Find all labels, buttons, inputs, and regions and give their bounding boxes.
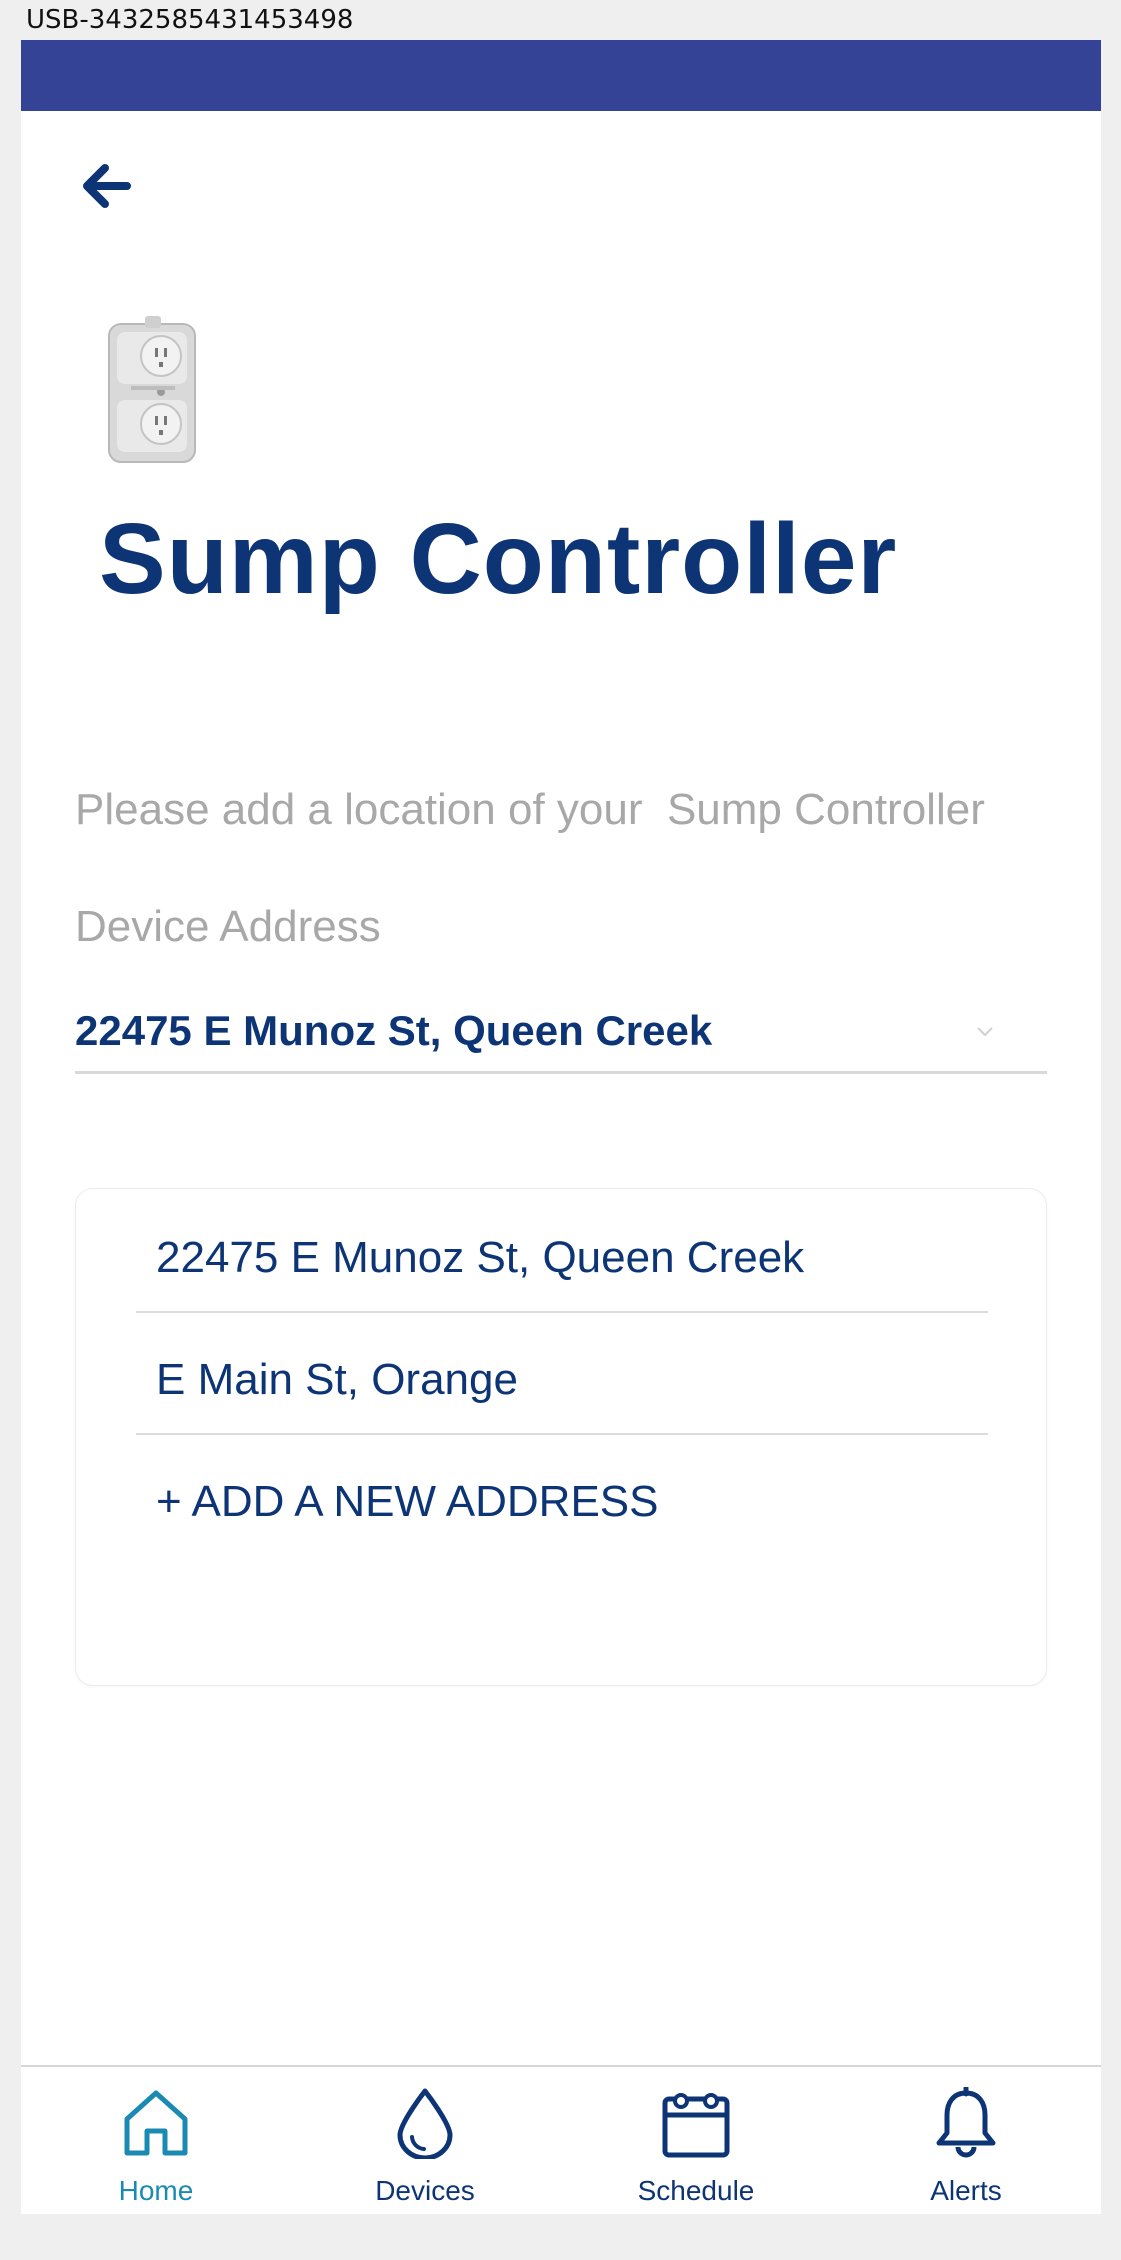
nav-label-devices: Devices [375, 2175, 475, 2206]
device-address-select[interactable]: 22475 E Munoz St, Queen Creek [75, 985, 1047, 1074]
arrow-left-icon [83, 164, 131, 208]
page-title: Sump Controller [99, 503, 898, 615]
calendar-icon [662, 2093, 730, 2158]
status-bar [21, 40, 1101, 111]
nav-item-devices[interactable]: Devices [325, 2067, 525, 2214]
back-button[interactable] [71, 150, 143, 222]
system-bottom-strip [0, 2214, 1121, 2260]
nav-item-schedule[interactable]: Schedule [596, 2067, 796, 2214]
address-option-orange[interactable]: E Main St, Orange [136, 1311, 988, 1435]
nav-label-schedule: Schedule [637, 2175, 755, 2206]
app-screen: Sump Controller Please add a location of… [21, 40, 1101, 2214]
add-new-address-label: + ADD A NEW ADDRESS [156, 1477, 659, 1526]
nav-label-home: Home [118, 2175, 194, 2206]
device-id-label: USB-3432585431453498 [26, 5, 354, 35]
device-address-label: Device Address [75, 902, 381, 951]
nav-item-alerts[interactable]: Alerts [866, 2067, 1066, 2214]
nav-label-alerts: Alerts [930, 2175, 1002, 2206]
address-option-queen-creek[interactable]: 22475 E Munoz St, Queen Creek [136, 1189, 988, 1313]
water-drop-icon [397, 2088, 453, 2159]
home-icon [124, 2090, 188, 2156]
address-option-label: E Main St, Orange [156, 1355, 518, 1404]
bottom-navigation: Home Devices Schedule Alerts [21, 2065, 1101, 2214]
address-dropdown-menu: 22475 E Munoz St, Queen Creek E Main St,… [75, 1188, 1047, 1686]
bell-icon [936, 2087, 996, 2158]
address-option-label: 22475 E Munoz St, Queen Creek [156, 1233, 805, 1282]
selected-address: 22475 E Munoz St, Queen Creek [75, 1007, 713, 1054]
sump-controller-image [107, 316, 199, 466]
location-prompt: Please add a location of your Sump Contr… [75, 785, 985, 834]
chevron-down-icon [977, 1027, 993, 1037]
add-new-address-button[interactable]: + ADD A NEW ADDRESS [136, 1433, 988, 1555]
nav-item-home[interactable]: Home [56, 2067, 256, 2214]
